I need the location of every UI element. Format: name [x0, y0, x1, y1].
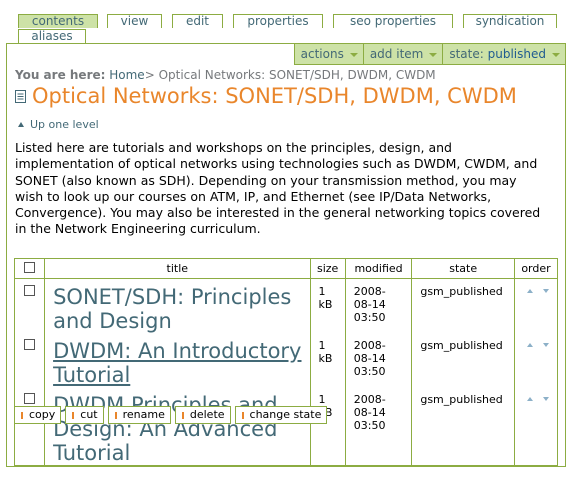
table-row: DWDM: An Introductory Tutorial 1 kB 2008-…: [13, 333, 558, 387]
add-item-label: add item: [369, 47, 424, 61]
item-title-cell: DWDM: An Introductory Tutorial: [44, 333, 311, 387]
move-up-icon[interactable]: [527, 397, 533, 401]
bracket-icon: [114, 411, 119, 419]
row-checkbox[interactable]: [24, 393, 35, 404]
item-size: 1 kB: [309, 278, 346, 333]
breadcrumb-separator: >: [144, 68, 155, 82]
cut-button[interactable]: cut: [65, 406, 104, 424]
breadcrumb-home-link[interactable]: Home: [109, 68, 144, 82]
up-one-level-link[interactable]: Up one level: [18, 118, 99, 131]
item-size: 1 kB: [309, 333, 346, 387]
column-modified[interactable]: modified: [344, 258, 413, 279]
state-menu[interactable]: state: published: [442, 44, 565, 64]
bracket-icon: [181, 411, 186, 419]
tab-aliases[interactable]: aliases: [18, 29, 86, 43]
tab-contents[interactable]: contents: [18, 14, 98, 28]
arrow-up-icon: [18, 122, 24, 127]
rename-button[interactable]: rename: [107, 406, 171, 424]
actions-menu[interactable]: actions: [295, 44, 363, 64]
move-up-icon[interactable]: [527, 289, 533, 293]
actions-label: actions: [300, 47, 344, 61]
add-item-menu[interactable]: add item: [362, 44, 443, 64]
tab-seo-properties[interactable]: seo properties: [333, 14, 453, 28]
document-icon: [15, 89, 26, 103]
row-checkbox[interactable]: [24, 285, 35, 296]
chevron-down-icon: [349, 52, 358, 57]
item-modified: 2008-08-14 03:50: [344, 387, 413, 466]
breadcrumb-prefix: You are here:: [15, 68, 106, 82]
chevron-down-icon: [429, 52, 438, 57]
item-modified: 2008-08-14 03:50: [344, 333, 413, 387]
tab-syndication[interactable]: syndication: [463, 14, 557, 28]
up-one-level-label: Up one level: [30, 118, 99, 131]
move-down-icon[interactable]: [543, 397, 549, 401]
move-down-icon[interactable]: [543, 289, 549, 293]
item-state: gsm_published: [411, 387, 515, 466]
tab-properties[interactable]: properties: [233, 14, 323, 28]
action-bar: actions add item state: published: [293, 44, 565, 65]
select-all-checkbox[interactable]: [24, 261, 36, 273]
state-label: state:: [449, 47, 484, 61]
item-state: gsm_published: [411, 278, 515, 333]
item-modified: 2008-08-14 03:50: [344, 278, 413, 333]
tab-edit[interactable]: edit: [172, 14, 223, 28]
item-title-link[interactable]: SONET/SDH: Principles and Design: [53, 285, 291, 333]
item-state: gsm_published: [411, 333, 515, 387]
column-state[interactable]: state: [411, 258, 515, 279]
item-title-link[interactable]: DWDM Principles and Design: An Advanced Tu…: [53, 393, 278, 465]
bracket-icon: [72, 411, 76, 419]
page-title: Optical Networks: SONET/SDH, DWDM, CWDM: [32, 84, 517, 108]
change-state-button[interactable]: change state: [234, 406, 328, 424]
tab-view[interactable]: view: [107, 14, 162, 28]
select-all-header[interactable]: [13, 258, 46, 279]
item-size: 1 kB: [309, 387, 346, 466]
folder-description: Listed here are tutorials and workshops …: [15, 140, 541, 237]
item-order: [514, 278, 558, 333]
item-title-cell: SONET/SDH: Principles and Design: [44, 278, 311, 333]
move-up-icon[interactable]: [527, 343, 533, 347]
page-title-row: Optical Networks: SONET/SDH, DWDM, CWDM: [15, 84, 517, 108]
row-checkbox[interactable]: [24, 339, 35, 350]
contents-table: title size modified state order SONET/SD…: [13, 258, 558, 466]
column-size[interactable]: size: [309, 258, 346, 279]
column-order[interactable]: order: [514, 258, 558, 279]
item-title-cell: DWDM Principles and Design: An Advanced Tu…: [44, 387, 311, 466]
bracket-icon: [21, 411, 25, 419]
breadcrumb-current: Optical Networks: SONET/SDH, DWDM, CWDM: [158, 68, 436, 82]
item-title-link[interactable]: DWDM: An Introductory Tutorial: [53, 339, 301, 387]
content-panel: actions add item state: published You ar…: [6, 43, 566, 467]
table-row: DWDM Principles and Design: An Advanced Tu…: [13, 387, 558, 466]
chevron-down-icon: [552, 52, 560, 57]
copy-button[interactable]: copy: [14, 406, 62, 424]
table-row: SONET/SDH: Principles and Design 1 kB 200…: [13, 278, 558, 333]
move-down-icon[interactable]: [543, 343, 549, 347]
breadcrumb: You are here: Home> Optical Networks: SO…: [15, 68, 436, 82]
item-order: [514, 387, 558, 466]
item-order: [514, 333, 558, 387]
bracket-icon: [241, 411, 246, 419]
folder-buttons: copy cut rename delete change state: [14, 406, 328, 424]
delete-button[interactable]: delete: [174, 406, 231, 424]
column-title[interactable]: title: [44, 258, 311, 279]
state-value: published: [487, 47, 546, 61]
